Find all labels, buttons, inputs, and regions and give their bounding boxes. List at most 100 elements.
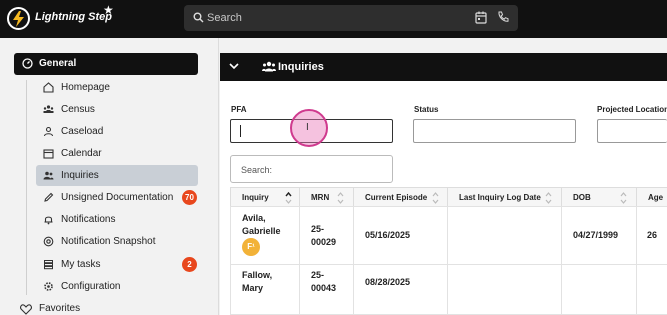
users-icon: [262, 61, 276, 72]
phone-icon[interactable]: [497, 11, 509, 23]
sort-asc-icon[interactable]: [285, 191, 292, 205]
sidebar-item-label: Caseload: [61, 126, 104, 137]
table-cell-inquiry[interactable]: Fallow, Mary: [230, 264, 300, 315]
table-cell-current-episode: 08/28/2025: [353, 264, 448, 315]
person-icon: [43, 126, 54, 137]
users-icon: [43, 171, 54, 180]
column-label: Inquiry: [242, 193, 269, 202]
mrn-line2: 00029: [311, 237, 337, 247]
column-label: Age: [648, 193, 664, 202]
tree-line: [26, 80, 27, 295]
sidebar-item-homepage[interactable]: Homepage: [36, 77, 198, 98]
sidebar-item-label: Homepage: [61, 82, 110, 93]
mrn-line2: 00043: [311, 283, 337, 293]
table-cell-mrn: 25- 00043: [299, 264, 354, 315]
sidebar-item-notifications[interactable]: Notifications: [36, 209, 198, 230]
top-bar: Lightning Step ★ Search: [0, 0, 667, 38]
table-cell-current-episode: 05/16/2025: [353, 206, 448, 265]
table-cell-inquiry[interactable]: Avila, Gabrielle F¹: [230, 206, 300, 265]
dashboard-icon: [22, 58, 33, 69]
sidebar-item-label: Census: [61, 104, 95, 115]
table-search-placeholder: Search:: [241, 165, 273, 175]
column-header-dob[interactable]: DOB: [561, 187, 637, 207]
table-cell-mrn: 25- 00029: [299, 206, 354, 265]
column-header-last-inquiry-log-date[interactable]: Last Inquiry Log Date: [447, 187, 562, 207]
lightning-logo-icon[interactable]: [7, 7, 30, 30]
column-label: MRN: [311, 193, 330, 202]
panel-title: Inquiries: [278, 61, 324, 73]
inquiry-name-line2: Mary: [242, 283, 264, 293]
sidebar-item-label: Unsigned Documentation: [61, 192, 174, 203]
projected-location-field[interactable]: [597, 119, 667, 143]
mrn-line1: 25-: [311, 270, 325, 280]
sidebar: General Homepage Census Caseload Calenda…: [0, 38, 219, 315]
global-search[interactable]: Search: [184, 5, 518, 31]
list-icon: [44, 260, 53, 270]
text-cursor-icon: I: [306, 122, 309, 133]
pfa-label: PFA: [231, 105, 247, 114]
calendar-icon: [43, 149, 54, 159]
age-value: 26: [647, 230, 658, 240]
sidebar-item-calendar[interactable]: Calendar: [36, 143, 198, 164]
avatar[interactable]: F¹: [242, 238, 260, 256]
sidebar-section-label: General: [39, 58, 77, 69]
table-cell-age: 26: [636, 206, 667, 265]
table-cell-dob: 04/27/1999: [561, 206, 637, 265]
app-name: Lightning Step: [35, 11, 112, 23]
sidebar-item-inquiries[interactable]: Inquiries: [36, 165, 198, 186]
table-cell-last-log: [447, 206, 562, 265]
pen-icon: [44, 192, 54, 202]
calendar-icon[interactable]: [475, 11, 487, 24]
at-icon: [43, 236, 54, 247]
mrn-line1: 25-: [311, 224, 325, 234]
sidebar-item-census[interactable]: Census: [36, 99, 198, 120]
column-header-inquiry[interactable]: Inquiry: [230, 187, 300, 207]
count-badge: 70: [182, 190, 197, 205]
inquiry-name-line1: Avila,: [242, 213, 266, 223]
table-search-input[interactable]: Search:: [230, 155, 393, 183]
table-cell-last-log: [447, 264, 562, 315]
status-field[interactable]: [413, 119, 576, 143]
favorites-label: Favorites: [39, 303, 81, 314]
search-icon: [193, 12, 204, 23]
heart-icon: [20, 304, 32, 315]
inquiry-name-line2: Gabrielle: [242, 226, 281, 236]
sidebar-item-label: Inquiries: [61, 170, 99, 181]
panel-header: Inquiries: [220, 53, 667, 81]
projected-location-label: Projected Location: [597, 105, 667, 114]
gear-icon: [44, 282, 53, 291]
people-icon: [43, 105, 54, 113]
column-header-age[interactable]: Age: [636, 187, 667, 207]
sidebar-item-label: Configuration: [61, 281, 121, 292]
star-icon[interactable]: ★: [103, 3, 114, 17]
column-label: DOB: [573, 193, 591, 202]
sidebar-item-unsigned-documentation[interactable]: Unsigned Documentation 70: [36, 187, 198, 208]
dob-value: 04/27/1999: [573, 230, 619, 240]
bell-icon: [44, 216, 53, 225]
sort-icon[interactable]: [545, 191, 552, 205]
current-episode-value: 08/28/2025: [365, 277, 411, 287]
sidebar-section-general[interactable]: General: [14, 53, 198, 75]
sidebar-item-label: Notifications: [61, 214, 116, 225]
inquiry-name-line1: Fallow,: [242, 270, 273, 280]
text-caret: [240, 125, 241, 137]
home-icon: [43, 82, 54, 93]
sort-icon[interactable]: [432, 191, 439, 205]
sidebar-item-label: Notification Snapshot: [61, 236, 156, 247]
sidebar-item-label: My tasks: [61, 259, 101, 270]
chevron-down-icon[interactable]: [229, 62, 239, 70]
sidebar-item-notification-snapshot[interactable]: Notification Snapshot: [36, 231, 198, 252]
sidebar-item-my-tasks[interactable]: My tasks 2: [36, 254, 198, 275]
sidebar-item-caseload[interactable]: Caseload: [36, 121, 198, 142]
sort-icon[interactable]: [620, 191, 627, 205]
sort-icon[interactable]: [337, 191, 344, 205]
status-label: Status: [414, 105, 439, 114]
column-header-current-episode[interactable]: Current Episode: [353, 187, 448, 207]
current-episode-value: 05/16/2025: [365, 230, 411, 240]
table-cell-age: [636, 264, 667, 315]
count-badge: 2: [182, 257, 197, 272]
sidebar-item-configuration[interactable]: Configuration: [36, 276, 198, 297]
search-input[interactable]: Search: [207, 12, 242, 24]
column-header-mrn[interactable]: MRN: [299, 187, 354, 207]
sidebar-favorites[interactable]: Favorites: [20, 302, 80, 315]
